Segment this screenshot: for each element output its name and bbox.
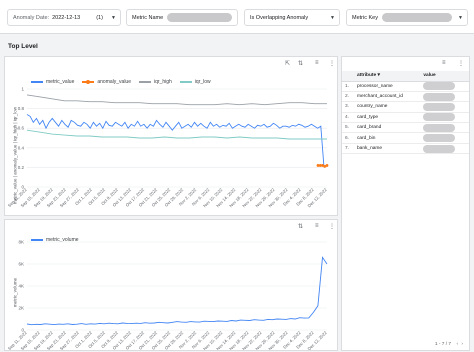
row-number: 2. [342, 91, 354, 103]
table-row[interactable]: 4. card_type [342, 112, 469, 124]
metric-key-label: Metric Key [352, 14, 378, 21]
metric-name-label: Metric Name [132, 14, 164, 21]
y-tick-label: 0.2 [18, 165, 25, 170]
row-number: 4. [342, 112, 354, 124]
chevron-right-icon[interactable]: › [461, 342, 463, 347]
row-number: 1. [342, 81, 354, 92]
attribute-cell: country_name [354, 101, 421, 113]
value-cell [420, 112, 469, 124]
y-tick-label: 1 [21, 87, 24, 92]
value-redacted [423, 144, 456, 153]
more-vert-icon[interactable]: ⋮ [458, 60, 464, 67]
bottom-chart-panel: ⇅ ≡ ⋮ metric_volume metric_volume 0 2K 4K 6… [4, 219, 338, 351]
table-header-value[interactable]: value [420, 71, 469, 82]
anomaly-date-value: 2022-12-13 [52, 14, 81, 21]
overlapping-anomaly-filter[interactable]: Is Overlapping Anomaly ▼ [244, 9, 340, 26]
row-number: 5. [342, 122, 354, 134]
table-row[interactable]: 1. processor_name [342, 81, 469, 92]
sort-desc-icon[interactable]: ▾ [378, 73, 380, 78]
table-header-attribute-label: attribute [357, 73, 377, 79]
y-tick-label: 6K [18, 262, 24, 267]
attribute-cell: processor_name [354, 81, 421, 92]
filter-bar: Anomaly Date: 2022-12-13 (1) ▼ Metric Na… [0, 0, 474, 34]
anomaly-date-count: (1) [96, 14, 103, 21]
series-line-iqr_low [26, 129, 327, 140]
bottom-chart-svg: 02K4K6K8KSep 11, 2022Sep 15, 2022Sep 19,… [7, 240, 328, 351]
section-title: Top Level [8, 43, 38, 50]
table-pager[interactable]: 1 - 7 / 7 ‹ › [435, 342, 463, 347]
y-tick-label: 4K [18, 284, 24, 289]
table-header-attribute[interactable]: attribute ▾ [354, 71, 421, 82]
anomaly-point [325, 164, 329, 167]
chevron-down-icon[interactable]: ▼ [458, 15, 463, 21]
metric-name-filter[interactable]: Metric Name [126, 9, 238, 26]
attribute-cell: card_type [354, 112, 421, 124]
attribute-cell: merchant_account_id [354, 91, 421, 103]
value-redacted [423, 102, 456, 111]
attribute-cell: card_bin [354, 132, 421, 144]
value-redacted [423, 123, 456, 132]
value-cell [420, 143, 469, 155]
attribute-table-panel: ≡ ⋮ attribute ▾ value 1. processor_name 2.… [341, 56, 470, 351]
y-tick-label: 0.6 [18, 126, 25, 131]
metric-name-value-redacted [167, 13, 232, 22]
filter-icon[interactable]: ≡ [442, 60, 446, 66]
overlapping-anomaly-label: Is Overlapping Anomaly [250, 14, 309, 21]
chevron-left-icon[interactable]: ‹ [456, 342, 458, 347]
top-chart-panel: ⇱ ⇅ ≡ ⋮ metric_value anomaly_value iqr_h… [4, 56, 338, 216]
table-row[interactable]: 3. country_name [342, 101, 469, 113]
row-number: 7. [342, 143, 354, 155]
table-row[interactable]: 2. merchant_account_id [342, 91, 469, 103]
table-body: 1. processor_name 2. merchant_account_id 3. c… [342, 81, 469, 155]
attribute-table: attribute ▾ value 1. processor_name 2. merc… [342, 71, 469, 155]
anomaly-date-label: Anomaly Date: [13, 14, 50, 21]
y-tick-label: 0.4 [18, 145, 25, 150]
anomaly-date-filter[interactable]: Anomaly Date: 2022-12-13 (1) ▼ [7, 9, 121, 26]
value-cell [420, 91, 469, 103]
chevron-down-icon[interactable]: ▼ [111, 15, 116, 21]
row-number: 3. [342, 101, 354, 113]
series-line-iqr_high [26, 94, 327, 106]
table-row[interactable]: 7. bank_name [342, 143, 469, 155]
chevron-down-icon[interactable]: ▼ [330, 15, 335, 21]
y-tick-label: 2K [18, 306, 24, 311]
table-row[interactable]: 6. card_bin [342, 132, 469, 144]
table-header-row: attribute ▾ value [342, 71, 469, 82]
pager-text: 1 - 7 / 7 [434, 342, 452, 347]
value-cell [420, 132, 469, 144]
value-redacted [423, 113, 456, 122]
y-tick-label: 8K [18, 240, 24, 245]
value-cell [420, 81, 469, 92]
table-header-num [342, 71, 354, 82]
metric-key-filter[interactable]: Metric Key ▼ [346, 9, 468, 26]
table-row[interactable]: 5. card_brand [342, 122, 469, 134]
value-cell [420, 101, 469, 113]
series-line-metric_value [26, 114, 325, 168]
top-chart-svg: 00.20.40.60.81Sep 11, 2022Sep 15, 2022Se… [7, 87, 329, 208]
value-cell [420, 122, 469, 134]
value-redacted [423, 134, 456, 143]
row-number: 6. [342, 132, 354, 144]
value-redacted [423, 92, 456, 101]
attribute-cell: bank_name [354, 143, 421, 155]
series-line-metric_volume [26, 256, 328, 326]
attribute-table-wrapper: attribute ▾ value 1. processor_name 2. merc… [342, 71, 469, 155]
y-tick-label: 0.8 [18, 106, 25, 111]
metric-key-value-redacted [381, 13, 452, 22]
value-redacted [423, 82, 456, 91]
attribute-cell: card_brand [354, 122, 421, 134]
